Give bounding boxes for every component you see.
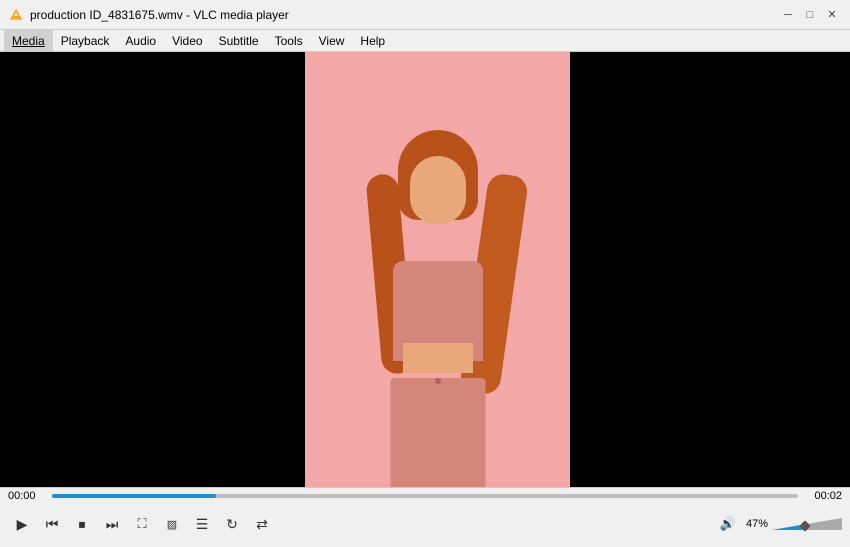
prev-icon: ⏮ bbox=[46, 516, 59, 533]
progress-track[interactable] bbox=[52, 494, 798, 498]
fullscreen-icon: ⛶ bbox=[137, 516, 146, 532]
time-total: 00:02 bbox=[804, 490, 842, 502]
video-area bbox=[0, 52, 850, 487]
pants bbox=[390, 378, 485, 487]
next-button[interactable]: ⏭ bbox=[98, 510, 126, 538]
volume-slider[interactable] bbox=[772, 516, 842, 532]
stop-button[interactable]: ⏹ bbox=[68, 510, 96, 538]
title-bar: production ID_4831675.wmv - VLC media pl… bbox=[0, 0, 850, 30]
window-controls: ─ □ ✕ bbox=[778, 5, 842, 25]
menu-video[interactable]: Video bbox=[164, 30, 210, 51]
random-icon: ⇄ bbox=[256, 516, 268, 533]
loop-icon: ↻ bbox=[226, 516, 238, 533]
menu-media[interactable]: Media bbox=[4, 30, 53, 51]
playlist-button[interactable]: ☰ bbox=[188, 510, 216, 538]
window-title: production ID_4831675.wmv - VLC media pl… bbox=[30, 8, 778, 22]
menu-playback[interactable]: Playback bbox=[53, 30, 118, 51]
face bbox=[410, 156, 466, 224]
video-frame bbox=[0, 52, 850, 487]
stop-icon: ⏹ bbox=[79, 516, 86, 533]
next-icon: ⏭ bbox=[106, 516, 119, 533]
maximize-button[interactable]: □ bbox=[800, 5, 820, 25]
volume-button[interactable]: 🔊 bbox=[714, 510, 742, 538]
menu-tools[interactable]: Tools bbox=[267, 30, 311, 51]
progress-fill bbox=[52, 494, 216, 498]
minimize-button[interactable]: ─ bbox=[778, 5, 798, 25]
buttons-row: ▶ ⏮ ⏹ ⏭ ⛶ ▨ ☰ ↻ ⇄ bbox=[0, 504, 850, 544]
volume-label: 47% bbox=[746, 518, 768, 530]
menu-audio[interactable]: Audio bbox=[117, 30, 164, 51]
black-bar-left bbox=[0, 52, 305, 487]
figure bbox=[338, 52, 538, 487]
black-bar-right bbox=[570, 52, 850, 487]
progress-area: 00:00 00:02 bbox=[0, 488, 850, 504]
loop-button[interactable]: ↻ bbox=[218, 510, 246, 538]
time-current: 00:00 bbox=[8, 490, 46, 502]
volume-area: 🔊 47% bbox=[714, 510, 842, 538]
close-button[interactable]: ✕ bbox=[822, 5, 842, 25]
menu-subtitle[interactable]: Subtitle bbox=[211, 30, 267, 51]
play-icon: ▶ bbox=[17, 516, 28, 533]
random-button[interactable]: ⇄ bbox=[248, 510, 276, 538]
prev-button[interactable]: ⏮ bbox=[38, 510, 66, 538]
menu-bar: Media Playback Audio Video Subtitle Tool… bbox=[0, 30, 850, 52]
fullscreen-button[interactable]: ⛶ bbox=[128, 510, 156, 538]
app-icon bbox=[8, 7, 24, 23]
video-content bbox=[305, 52, 570, 487]
extended-icon: ▨ bbox=[167, 518, 177, 531]
volume-icon: 🔊 bbox=[720, 516, 736, 532]
controls-bar: 00:00 00:02 ▶ ⏮ ⏹ ⏭ ⛶ ▨ ☰ bbox=[0, 487, 850, 547]
waistband bbox=[435, 378, 441, 384]
extended-button[interactable]: ▨ bbox=[158, 510, 186, 538]
menu-help[interactable]: Help bbox=[352, 30, 393, 51]
play-button[interactable]: ▶ bbox=[8, 510, 36, 538]
torso bbox=[403, 343, 473, 373]
playlist-icon: ☰ bbox=[196, 516, 209, 533]
menu-view[interactable]: View bbox=[311, 30, 353, 51]
